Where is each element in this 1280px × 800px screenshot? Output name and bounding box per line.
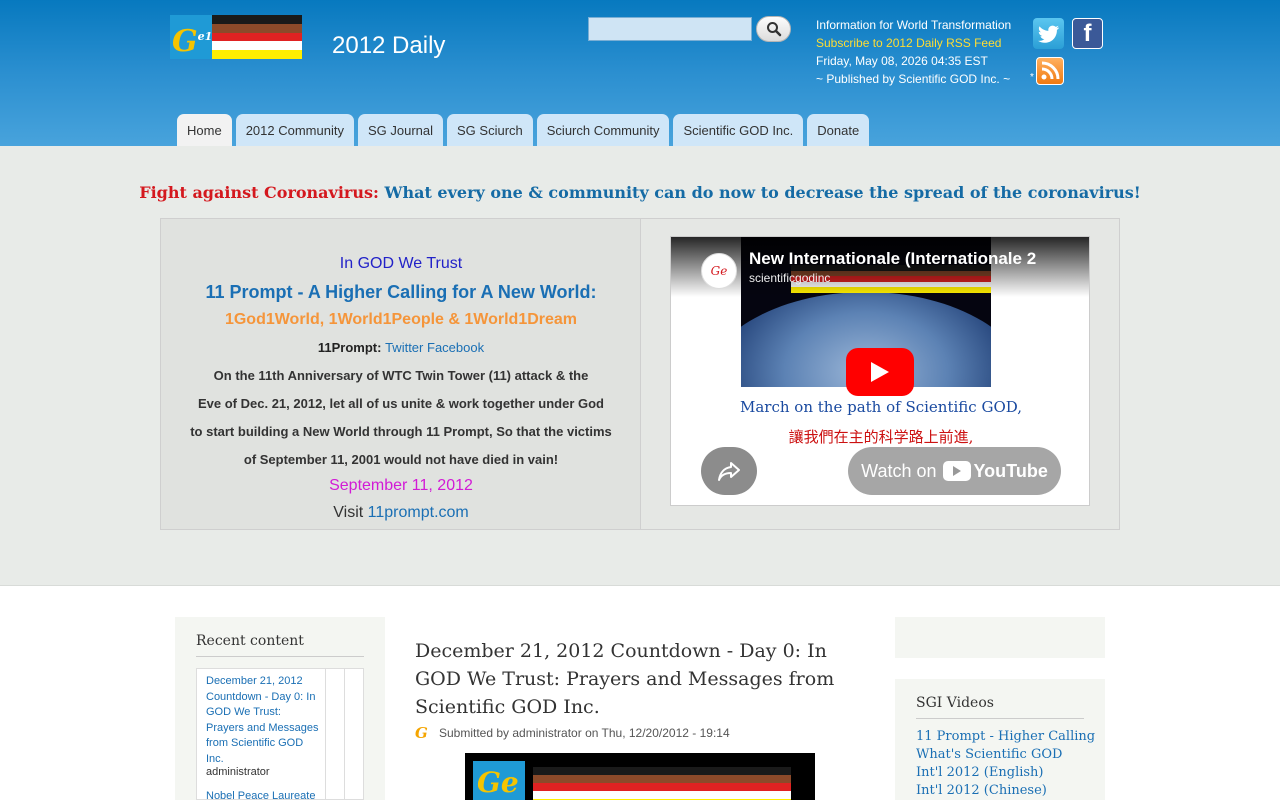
watch-on-youtube-button[interactable]: Watch on YouTube bbox=[848, 447, 1061, 495]
twitter-icon[interactable] bbox=[1033, 18, 1064, 49]
sgi-videos-list: 11 Prompt - Higher Calling What's Scient… bbox=[916, 728, 1095, 800]
promo-paragraph-line: Eve of Dec. 21, 2012, let all of us unit… bbox=[198, 396, 604, 411]
site-logo[interactable]: Ge10 bbox=[170, 15, 302, 59]
promo-date: September 11, 2012 bbox=[329, 477, 473, 494]
current-date: Friday, May 08, 2026 04:35 EST bbox=[816, 54, 988, 68]
rss-icon[interactable] bbox=[1036, 57, 1064, 85]
node-image-flag bbox=[533, 767, 791, 800]
tab-donate[interactable]: Donate bbox=[807, 114, 870, 146]
visit-line: Visit 11prompt.com bbox=[333, 504, 469, 521]
prompt-heading: 11 Prompt - A Higher Calling for A New W… bbox=[205, 282, 597, 302]
tab-2012-community[interactable]: 2012 Community bbox=[235, 114, 354, 146]
youtube-play-icon bbox=[942, 461, 971, 481]
search-input[interactable] bbox=[588, 17, 752, 41]
submitted-line: G Submitted by administrator on Thu, 12/… bbox=[415, 724, 730, 742]
search-button[interactable] bbox=[756, 16, 791, 42]
logo-mark: Ge10 bbox=[170, 15, 220, 59]
video-link[interactable]: 11 Prompt - Higher Calling bbox=[916, 728, 1095, 746]
world-line: 1God1World, 1World1People & 1World1Dream bbox=[224, 311, 578, 328]
node-image-logo: Ge bbox=[473, 761, 525, 800]
rss-subscribe-link[interactable]: Subscribe to 2012 Daily RSS Feed bbox=[816, 34, 1011, 52]
tab-sg-journal[interactable]: SG Journal bbox=[357, 114, 444, 146]
table-column-divider bbox=[325, 669, 326, 800]
channel-avatar[interactable]: Ge bbox=[701, 253, 737, 289]
tab-sg-sciurch[interactable]: SG Sciurch bbox=[447, 114, 533, 146]
recent-item-link[interactable]: Nobel Peace Laureate bbox=[206, 790, 321, 800]
publisher-line: ~ Published by Scientific GOD Inc. ~ bbox=[816, 72, 1011, 86]
node-image: Ge bbox=[465, 753, 815, 800]
logo-flag bbox=[212, 15, 302, 59]
banner-blue-text: What every one & community can do now to… bbox=[378, 183, 1141, 202]
video-link[interactable]: Int'l 2012 (Chinese) bbox=[916, 782, 1095, 800]
youtube-logo: YouTube bbox=[942, 461, 1048, 482]
share-icon bbox=[718, 462, 740, 481]
main-menu: Home 2012 Community SG Journal SG Sciurc… bbox=[177, 114, 870, 146]
coronavirus-banner[interactable]: Fight against Coronavirus: What every on… bbox=[0, 183, 1280, 202]
recent-item-author[interactable]: administrator bbox=[206, 766, 270, 778]
banner-red-text: Fight against Coronavirus: bbox=[139, 183, 379, 202]
facebook-icon[interactable]: f bbox=[1072, 18, 1103, 49]
promo-paragraph-line: of September 11, 2001 would not have die… bbox=[243, 452, 559, 467]
author-avatar: G bbox=[415, 724, 428, 742]
video-title[interactable]: New Internationale (Internationale 2 bbox=[749, 249, 1036, 269]
play-icon bbox=[871, 362, 889, 382]
divider bbox=[196, 656, 364, 657]
table-column-divider bbox=[344, 669, 345, 800]
share-button[interactable] bbox=[701, 447, 757, 495]
visit-11prompt-link[interactable]: 11prompt.com bbox=[368, 504, 469, 521]
divider bbox=[916, 718, 1084, 719]
tagline: Information for World Transformation bbox=[816, 18, 1012, 32]
trust-line: In GOD We Trust bbox=[339, 255, 463, 272]
youtube-embed[interactable]: Ge New Internationale (Internationale 2 … bbox=[670, 236, 1090, 506]
promo-text-cell: In GOD We Trust 11 Prompt - A Higher Cal… bbox=[161, 219, 641, 529]
video-link[interactable]: What's Scientific GOD bbox=[916, 746, 1095, 764]
prompt-twitter-link[interactable]: Twitter bbox=[385, 340, 423, 355]
recent-item-link[interactable]: December 21, 2012 Countdown - Day 0: In … bbox=[206, 674, 321, 767]
header-info: Information for World Transformation Sub… bbox=[816, 16, 1011, 88]
video-caption-chinese: 讓我們在主的科学路上前進, bbox=[788, 428, 974, 446]
tab-home[interactable]: Home bbox=[177, 114, 232, 146]
site-header: Ge10 2012 Daily Information for World Tr… bbox=[0, 0, 1280, 146]
tab-scientific-god-inc[interactable]: Scientific GOD Inc. bbox=[673, 114, 804, 146]
site-name[interactable]: 2012 Daily bbox=[332, 32, 445, 60]
sidebar-empty-block bbox=[895, 617, 1105, 658]
node-title[interactable]: December 21, 2012 Countdown - Day 0: In … bbox=[415, 637, 855, 721]
sgi-videos-block: SGI Videos 11 Prompt - Higher Calling Wh… bbox=[895, 679, 1105, 800]
recent-content-block: Recent content December 21, 2012 Countdo… bbox=[175, 617, 385, 800]
recent-content-table: December 21, 2012 Countdown - Day 0: In … bbox=[196, 668, 364, 800]
prompt-links: 11Prompt: Twitter Facebook bbox=[317, 340, 485, 355]
recent-content-title: Recent content bbox=[196, 633, 304, 649]
tab-sciurch-community[interactable]: Sciurch Community bbox=[536, 114, 670, 146]
prompt-facebook-link[interactable]: Facebook bbox=[427, 340, 484, 355]
sgi-videos-title: SGI Videos bbox=[916, 695, 994, 711]
video-link[interactable]: Int'l 2012 (English) bbox=[916, 764, 1095, 782]
play-button[interactable] bbox=[846, 348, 914, 396]
promo-paragraph-line: to start building a New World through 11… bbox=[190, 424, 612, 439]
rss-star: * bbox=[1030, 72, 1034, 83]
promo-paragraph-line: On the 11th Anniversary of WTC Twin Towe… bbox=[213, 368, 589, 383]
video-caption-english: March on the path of Scientific GOD, bbox=[740, 398, 1022, 416]
search-icon bbox=[766, 22, 781, 37]
promo-table: In GOD We Trust 11 Prompt - A Higher Cal… bbox=[160, 218, 1120, 530]
video-channel[interactable]: scientificgodinc bbox=[749, 271, 830, 285]
